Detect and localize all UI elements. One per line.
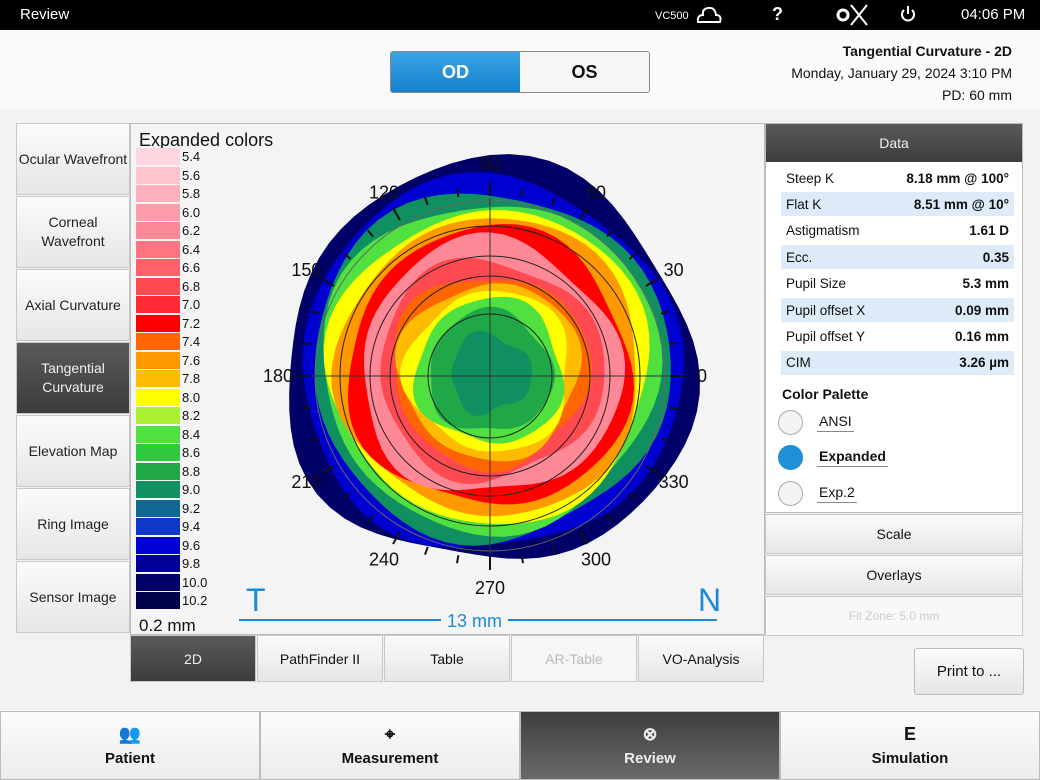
- od-button[interactable]: OD: [391, 52, 520, 92]
- angle-label: 120: [369, 182, 399, 202]
- angle-label: 180: [263, 366, 293, 386]
- angle-tick: [302, 406, 311, 410]
- nasal-label: N: [698, 582, 722, 618]
- scale-label: 13 mm: [441, 611, 509, 632]
- eye-selector: OD OS: [390, 51, 650, 93]
- temporal-label: T: [246, 582, 266, 618]
- angle-tick: [520, 188, 524, 197]
- palette-exp2[interactable]: Exp.2: [778, 481, 857, 506]
- topography-map[interactable]: 9060300330300270240210180150120: [131, 124, 766, 636]
- tab-data[interactable]: Data: [766, 124, 1022, 162]
- angle-label: 330: [659, 472, 689, 492]
- angle-label: 0: [697, 366, 707, 386]
- device-label: VC500: [655, 10, 689, 22]
- nav-patient[interactable]: 👥 Patient: [0, 711, 260, 780]
- help-icon[interactable]: ?: [772, 4, 783, 25]
- sidebar-item-ring-image[interactable]: Ring Image: [16, 488, 130, 560]
- sidebar-item-elevation-map[interactable]: Elevation Map: [16, 415, 130, 487]
- power-icon[interactable]: [900, 4, 916, 28]
- cloud-icon[interactable]: [695, 3, 723, 29]
- angle-tick: [669, 342, 678, 346]
- tab-2d[interactable]: 2D: [130, 635, 256, 682]
- screen-title: Review: [20, 6, 70, 23]
- angle-label: 210: [291, 472, 321, 492]
- sidebar-item-ocular-wavefront[interactable]: Ocular Wavefront: [16, 123, 130, 195]
- angle-label: 60: [586, 182, 606, 202]
- simulation-icon: Ε: [903, 724, 916, 744]
- angle-tick: [302, 342, 311, 346]
- scale-button[interactable]: Scale: [765, 514, 1023, 554]
- data-row: Flat K 8.51 mm @ 10°: [781, 192, 1014, 217]
- review-icon: ⊗: [642, 724, 658, 744]
- data-panel: Data Steep K 8.18 mm @ 100° Flat K 8.51 mm …: [765, 123, 1023, 513]
- angle-label: 90: [480, 154, 500, 174]
- angle-label: 150: [291, 260, 321, 280]
- palette-ansi[interactable]: ANSI: [778, 410, 854, 435]
- data-row: Pupil offset Y 0.16 mm: [786, 328, 1009, 344]
- fit-zone-label: Fit Zone: 5.0 mm: [765, 596, 1023, 636]
- angle-label: 30: [664, 260, 684, 280]
- tab-ar-table: AR-Table: [511, 635, 637, 682]
- data-row: Ecc. 0.35: [781, 245, 1014, 270]
- os-button[interactable]: OS: [520, 52, 649, 92]
- sidebar-item-sensor-image[interactable]: Sensor Image: [16, 561, 130, 633]
- print-button[interactable]: Print to ...: [914, 648, 1024, 695]
- data-row: Pupil Size 5.3 mm: [786, 276, 1009, 292]
- angle-label: 300: [581, 550, 611, 570]
- palette-title: Color Palette: [782, 386, 869, 402]
- data-row: Pupil offset X 0.09 mm: [781, 298, 1014, 322]
- data-row: CIM 3.26 µm: [781, 350, 1014, 375]
- nav-measurement[interactable]: ⌖ Measurement: [260, 711, 520, 780]
- data-row: Steep K 8.18 mm @ 100°: [786, 170, 1009, 186]
- measurement-icon: ⌖: [384, 724, 396, 744]
- sidebar-item-corneal-wavefront[interactable]: Corneal Wavefront: [16, 196, 130, 268]
- angle-tick: [669, 406, 678, 410]
- sidebar-item-tangential-curvature[interactable]: Tangential Curvature: [16, 342, 130, 414]
- patient-icon: 👥: [118, 724, 142, 744]
- angle-tick: [424, 546, 429, 555]
- sidebar-item-axial-curvature[interactable]: Axial Curvature: [16, 269, 130, 341]
- exam-title: Tangential Curvature - 2D: [842, 43, 1012, 59]
- angle-tick: [456, 188, 460, 197]
- settings-disconnected-icon[interactable]: [835, 3, 869, 31]
- angle-tick: [456, 555, 460, 564]
- nav-simulation[interactable]: Ε Simulation: [780, 711, 1040, 780]
- overlays-button[interactable]: Overlays: [765, 555, 1023, 595]
- tab-vo-analysis[interactable]: VO-Analysis: [638, 635, 764, 682]
- tab-table[interactable]: Table: [384, 635, 510, 682]
- exam-date: Monday, January 29, 2024 3:10 PM: [791, 65, 1012, 81]
- clock: 04:06 PM: [961, 6, 1026, 23]
- angle-label: 270: [475, 578, 505, 598]
- pupil-distance: PD: 60 mm: [941, 87, 1012, 103]
- nav-review[interactable]: ⊗ Review: [520, 711, 780, 780]
- angle-tick: [520, 555, 524, 564]
- palette-expanded[interactable]: Expanded: [778, 445, 888, 470]
- exam-info: Tangential Curvature - 2D Monday, Januar…: [791, 40, 1012, 106]
- angle-label: 240: [369, 550, 399, 570]
- topography-map-panel: Expanded colors 5.4 5.6 5.8 6.0 6.2 6.4 6.6 6.8…: [130, 123, 765, 635]
- top-bar: Review VC500 ? 04:06 PM: [0, 0, 1040, 30]
- tab-pathfinder[interactable]: PathFinder II: [257, 635, 383, 682]
- data-row: Astigmatism 1.61 D: [786, 223, 1009, 239]
